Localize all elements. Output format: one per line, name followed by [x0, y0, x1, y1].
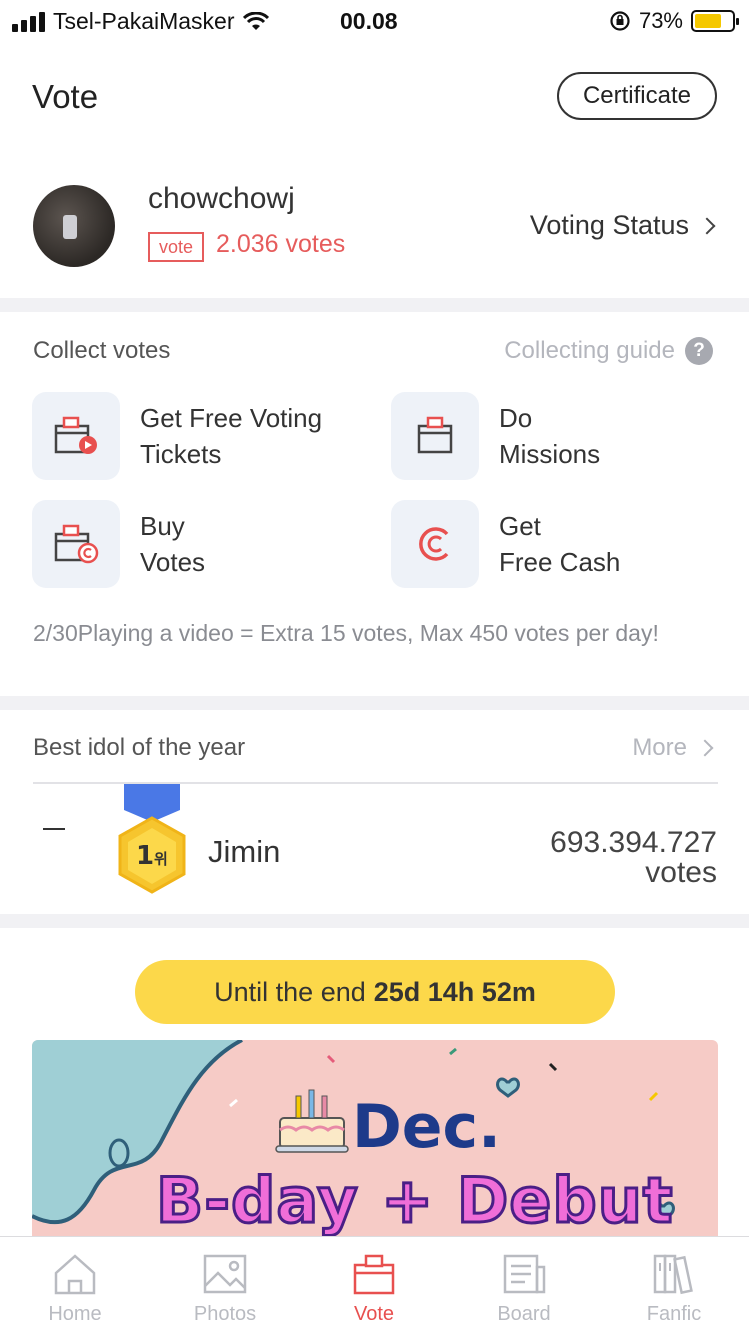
voting-status-link[interactable]: Voting Status	[529, 210, 716, 241]
countdown-pill: Until the end 25d 14h 52m	[135, 960, 615, 1024]
banner-title-line2: B-day + Debut	[155, 1163, 675, 1239]
ranking-section: Best idol of the year More 1 위 Jimin 693…	[0, 710, 749, 914]
tile-free-cash[interactable]: Get Free Cash	[391, 500, 620, 588]
home-icon	[54, 1254, 96, 1295]
tab-label: Vote	[353, 1303, 395, 1325]
tile-do-missions[interactable]: Do Missions	[391, 392, 600, 480]
chevron-right-icon	[696, 739, 714, 757]
idol-votes-unit: votes	[645, 856, 717, 889]
page-title: Vote	[32, 78, 99, 115]
tab-photos[interactable]: Photos	[150, 1237, 300, 1334]
video-bonus-note: 2/30Playing a video = Extra 15 votes, Ma…	[33, 620, 659, 646]
countdown-time: 25d 14h 52m	[373, 976, 536, 1007]
svg-text:위: 위	[154, 850, 168, 868]
board-icon	[503, 1254, 546, 1294]
username: chowchowj	[148, 182, 295, 215]
section-divider	[0, 914, 749, 928]
rotation-lock-icon	[610, 11, 630, 31]
ticket-coin-icon	[32, 500, 120, 588]
more-link[interactable]: More	[632, 734, 714, 762]
certificate-button[interactable]: Certificate	[557, 72, 717, 120]
idol-name: Jimin	[208, 834, 281, 869]
wifi-icon	[242, 11, 269, 30]
tab-label: Home	[48, 1303, 102, 1325]
tile-label: Do Missions	[499, 403, 601, 469]
profile-section: chowchowj vote 2.036 votes Voting Status	[0, 160, 749, 298]
tile-buy-votes[interactable]: Buy Votes	[32, 500, 205, 588]
battery-percent: 73%	[638, 8, 683, 33]
carrier-name: Tsel-PakaiMasker	[53, 8, 235, 34]
cake-icon	[275, 1089, 349, 1153]
idol-vote-count: 693.394.727 votes	[417, 828, 717, 888]
ranking-title: Best idol of the year	[33, 734, 246, 761]
tab-bar: Home Photos Vote Board Fanfic	[0, 1236, 749, 1334]
medal-icon: 1 위	[118, 784, 186, 894]
tile-label: Buy Votes	[140, 511, 206, 577]
ticket-icon	[391, 392, 479, 480]
vote-icon	[353, 1254, 395, 1295]
status-left: Tsel-PakaiMasker	[12, 8, 269, 35]
tab-board[interactable]: Board	[449, 1237, 599, 1334]
section-divider	[0, 298, 749, 312]
banner-title-line1: Dec.	[352, 1092, 501, 1162]
tile-label: Get Free Cash	[499, 511, 621, 577]
fanfic-icon	[653, 1254, 693, 1295]
battery-icon	[691, 10, 739, 32]
countdown-prefix: Until the end	[214, 976, 366, 1007]
chevron-right-icon	[698, 217, 716, 234]
collect-votes-section: Collect votes Collecting guide ? Get Fre…	[0, 312, 749, 696]
voting-status-label: Voting Status	[529, 210, 689, 240]
collecting-guide-label: Collecting guide	[504, 337, 675, 364]
page-header: Vote Certificate	[0, 60, 749, 140]
status-bar: Tsel-PakaiMasker 00.08 73%	[0, 0, 749, 42]
signal-icon	[12, 11, 45, 32]
status-right: 73%	[609, 8, 739, 34]
tab-label: Fanfic	[646, 1303, 702, 1325]
event-banner[interactable]: Dec. B-day + Debut	[32, 1040, 718, 1240]
tab-label: Board	[497, 1303, 551, 1325]
tile-label: Get Free Voting Tickets	[140, 403, 323, 469]
cash-icon	[391, 500, 479, 588]
collect-votes-title: Collect votes	[33, 337, 171, 364]
tile-free-voting-tickets[interactable]: Get Free Voting Tickets	[32, 392, 322, 480]
question-icon: ?	[685, 337, 713, 365]
tab-label: Photos	[193, 1303, 257, 1325]
tab-vote[interactable]: Vote	[299, 1237, 449, 1334]
status-time: 00.08	[340, 8, 398, 34]
tab-fanfic[interactable]: Fanfic	[599, 1237, 749, 1334]
rank-change-indicator	[43, 828, 65, 830]
ticket-play-icon	[32, 392, 120, 480]
section-divider	[0, 696, 749, 710]
avatar[interactable]	[33, 185, 115, 267]
collecting-guide-link[interactable]: Collecting guide ?	[504, 337, 713, 365]
user-vote-count: 2.036 votes	[216, 230, 346, 258]
photos-icon	[203, 1254, 247, 1294]
svg-text:1: 1	[136, 841, 154, 871]
tab-home[interactable]: Home	[0, 1237, 150, 1334]
more-label: More	[632, 734, 687, 761]
vote-tag-icon: vote	[148, 232, 204, 262]
idol-votes-number: 693.394.727	[550, 826, 717, 859]
